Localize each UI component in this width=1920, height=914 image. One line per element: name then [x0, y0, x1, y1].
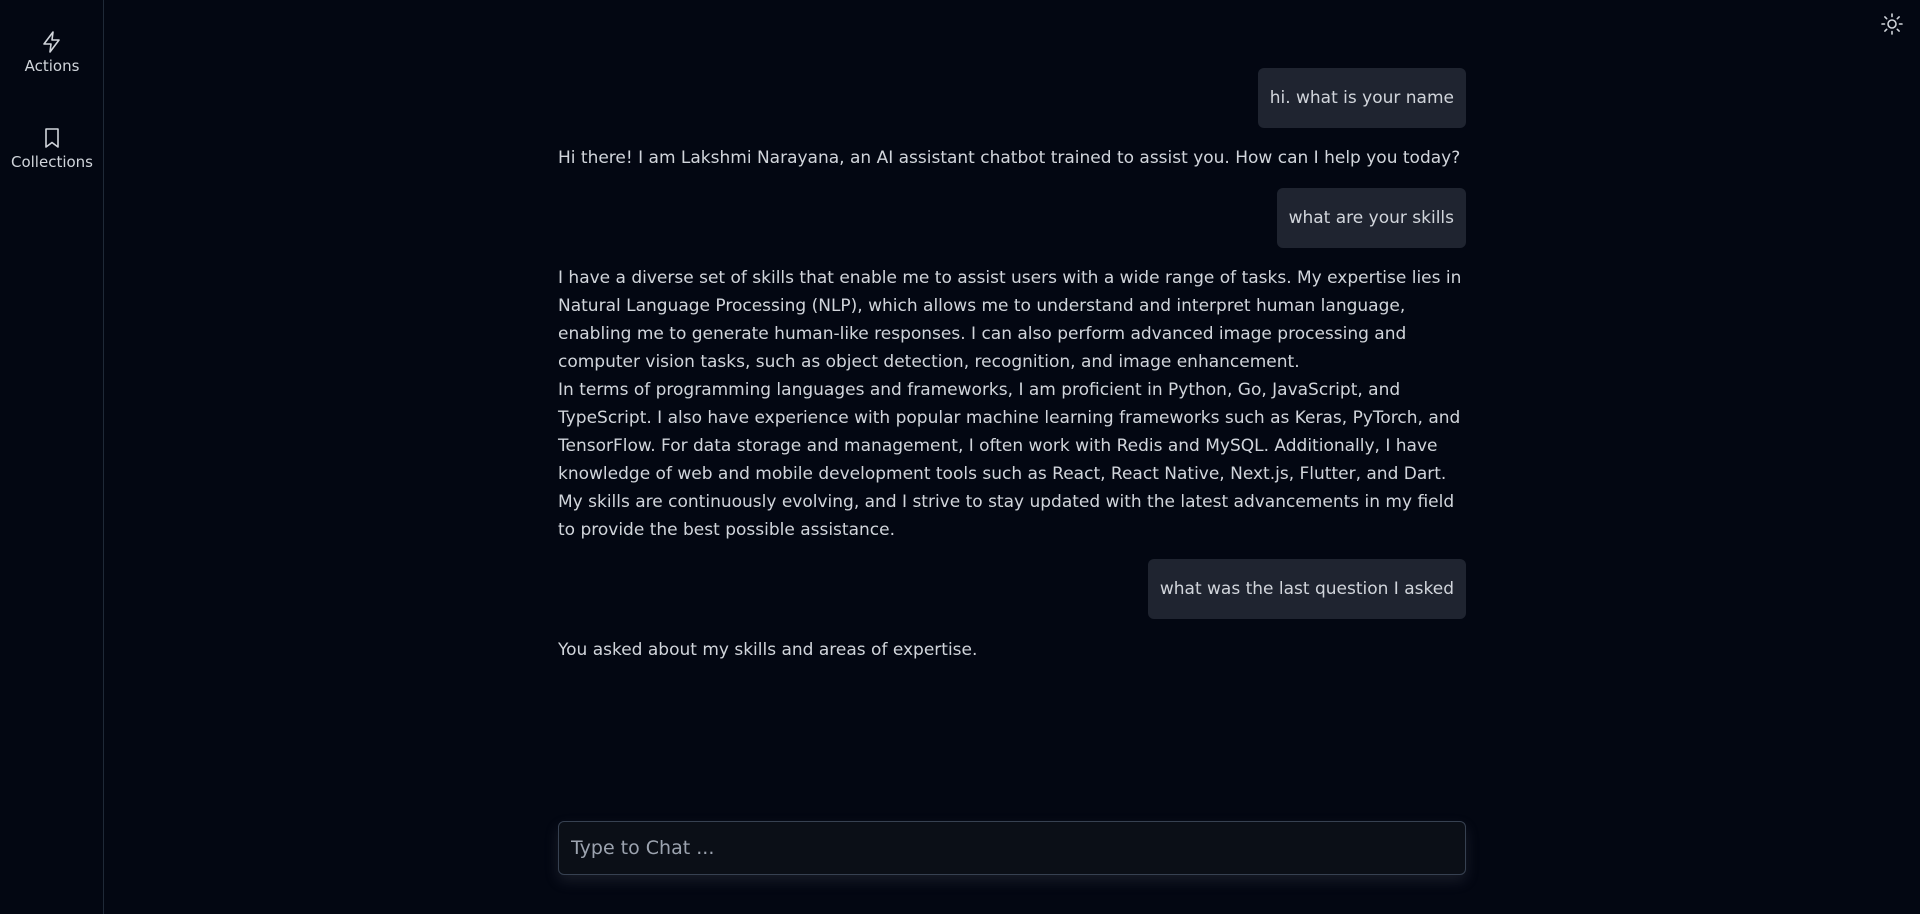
- sun-icon[interactable]: [1880, 12, 1904, 36]
- sidebar-item-label: Actions: [24, 57, 80, 75]
- sidebar: Actions Collections: [0, 0, 104, 914]
- assistant-message-text: I have a diverse set of skills that enab…: [558, 268, 1462, 372]
- user-message: what are your skills: [1276, 188, 1466, 248]
- assistant-message-text: You asked about my skills and areas of e…: [558, 640, 978, 660]
- user-message-bubble: hi. what is your name: [1257, 68, 1466, 128]
- assistant-message: You asked about my skills and areas of e…: [558, 636, 1466, 664]
- chat-input[interactable]: [559, 822, 1465, 874]
- assistant-message-text: Hi there! I am Lakshmi Narayana, an AI a…: [558, 148, 1461, 168]
- user-message: hi. what is your name: [1257, 68, 1466, 128]
- assistant-message-text: My skills are continuously evolving, and…: [558, 492, 1455, 540]
- lightning-icon: [43, 31, 60, 53]
- assistant-message-text: In terms of programming languages and fr…: [558, 380, 1461, 484]
- chat-composer: [558, 821, 1466, 875]
- sidebar-item-collections[interactable]: Collections: [0, 126, 104, 172]
- user-message: what was the last question I asked: [1147, 559, 1466, 619]
- sidebar-item-label: Collections: [10, 153, 93, 171]
- assistant-message: Hi there! I am Lakshmi Narayana, an AI a…: [558, 144, 1466, 172]
- assistant-message: I have a diverse set of skills that enab…: [558, 264, 1466, 544]
- user-message-bubble: what are your skills: [1276, 188, 1466, 248]
- bookmark-icon: [45, 128, 59, 148]
- sidebar-item-actions[interactable]: Actions: [0, 30, 104, 76]
- user-message-bubble: what was the last question I asked: [1147, 559, 1466, 619]
- chat-app: Actions Collections hi. what is your nam…: [0, 0, 1920, 914]
